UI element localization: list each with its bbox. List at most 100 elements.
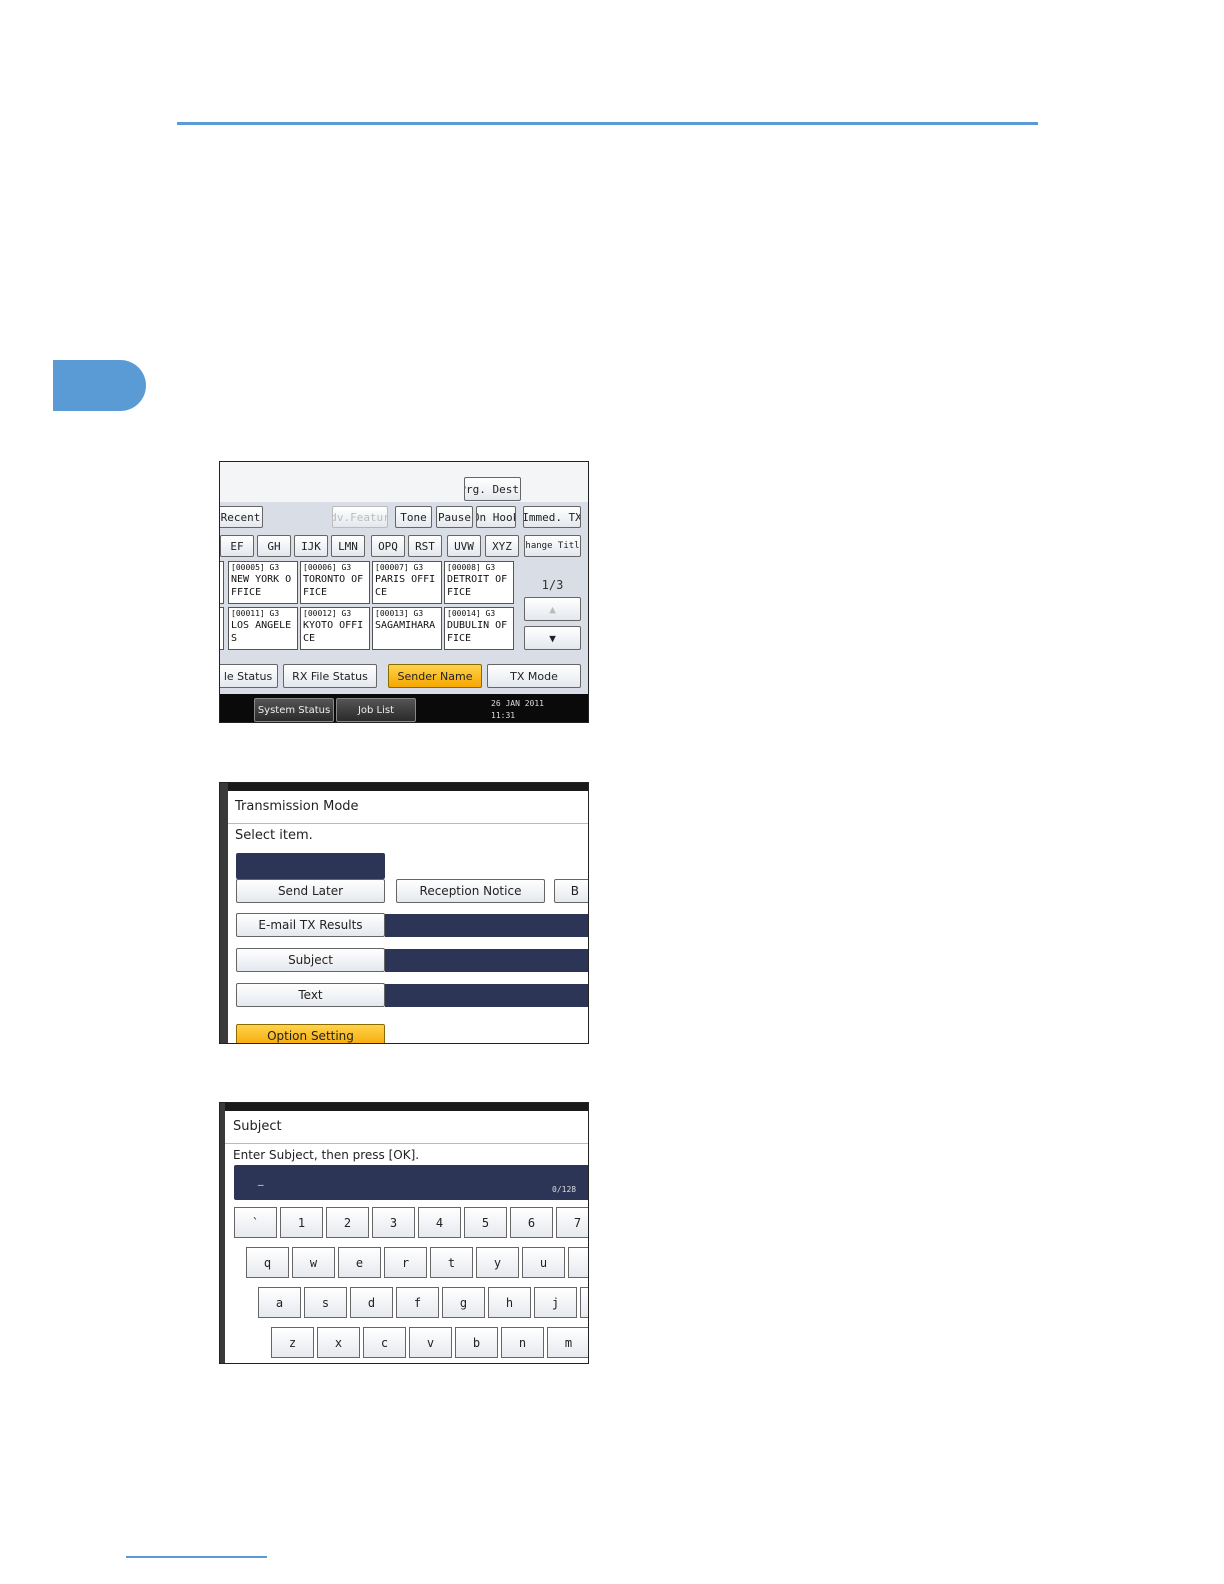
text-button[interactable]: Text bbox=[236, 983, 385, 1007]
subject-entry-screen: Subject Enter Subject, then press [OK]. … bbox=[219, 1102, 589, 1364]
sender-name-button[interactable]: Sender Name bbox=[388, 664, 482, 688]
send-later-value bbox=[236, 853, 385, 879]
tab-uvw[interactable]: UVW bbox=[447, 535, 481, 557]
pause-button[interactable]: Pause bbox=[436, 506, 473, 528]
scroll-down-button[interactable]: ▼ bbox=[524, 626, 581, 650]
dest-name-line1: SAGAMIHARA bbox=[375, 620, 436, 631]
dest-name-line2: FICE bbox=[303, 587, 328, 598]
window-top-border bbox=[220, 783, 588, 791]
dest-name-line2: FFICE bbox=[231, 587, 262, 598]
key-x[interactable]: x bbox=[317, 1327, 360, 1358]
system-status-button[interactable]: System Status bbox=[254, 698, 334, 722]
subject-button[interactable]: Subject bbox=[236, 948, 385, 972]
dialog-title: Subject bbox=[233, 1119, 282, 1134]
clock: 26 JAN 2011 11:31 bbox=[491, 698, 544, 722]
destination-button[interactable]: [00007] G3 PARIS OFFI CE bbox=[372, 561, 442, 604]
adv-feature-button[interactable]: Adv.Feature bbox=[332, 506, 388, 528]
time-text: 11:31 bbox=[491, 711, 516, 720]
partial-button[interactable]: B bbox=[554, 879, 588, 903]
dest-name-line1: PARIS OFFI bbox=[375, 574, 436, 585]
tab-ijk[interactable]: IJK bbox=[294, 535, 328, 557]
change-title-button[interactable]: Change Title bbox=[524, 535, 581, 557]
file-status-button[interactable]: le Status bbox=[220, 664, 278, 688]
key-n[interactable]: n bbox=[501, 1327, 544, 1358]
key-partial-row2[interactable] bbox=[568, 1247, 588, 1278]
top-area bbox=[220, 462, 588, 502]
key-v[interactable]: v bbox=[409, 1327, 452, 1358]
char-counter: 0/128 bbox=[552, 1185, 577, 1194]
key-1[interactable]: 1 bbox=[280, 1207, 323, 1238]
header-rule bbox=[177, 122, 1038, 125]
reception-notice-button[interactable]: Reception Notice bbox=[396, 879, 545, 903]
key-partial-row3[interactable] bbox=[580, 1287, 588, 1318]
subject-value bbox=[385, 949, 588, 972]
option-setting-button[interactable]: Option Setting bbox=[236, 1024, 385, 1043]
tx-mode-button[interactable]: TX Mode bbox=[487, 664, 581, 688]
key-z[interactable]: z bbox=[271, 1327, 314, 1358]
key-t[interactable]: t bbox=[430, 1247, 473, 1278]
key-d[interactable]: d bbox=[350, 1287, 393, 1318]
tab-xyz[interactable]: XYZ bbox=[485, 535, 519, 557]
immed-tx-button[interactable]: Immed. TX bbox=[523, 506, 581, 528]
dest-number: [00013] G3 bbox=[375, 609, 424, 618]
tab-ef[interactable]: EF bbox=[220, 535, 254, 557]
destination-button[interactable]: [00005] G3 NEW YORK O FFICE bbox=[228, 561, 298, 604]
key-m[interactable]: m bbox=[547, 1327, 588, 1358]
transmission-mode-screen: Transmission Mode Select item. Send Late… bbox=[219, 782, 589, 1044]
key-c[interactable]: c bbox=[363, 1327, 406, 1358]
recent-button[interactable]: Recent bbox=[220, 506, 263, 528]
tab-opq[interactable]: OPQ bbox=[371, 535, 405, 557]
key-b[interactable]: b bbox=[455, 1327, 498, 1358]
prg-dest-button[interactable]: Prg. Dest. bbox=[464, 477, 521, 501]
key-7[interactable]: 7 bbox=[556, 1207, 588, 1238]
on-hook-button[interactable]: On Hook bbox=[476, 506, 516, 528]
key-6[interactable]: 6 bbox=[510, 1207, 553, 1238]
tab-gh[interactable]: GH bbox=[257, 535, 291, 557]
key-2[interactable]: 2 bbox=[326, 1207, 369, 1238]
dest-name-line2: CE bbox=[303, 633, 316, 644]
email-tx-results-button[interactable]: E-mail TX Results bbox=[236, 913, 385, 937]
up-arrow-icon: ▲ bbox=[549, 602, 556, 616]
key-h[interactable]: h bbox=[488, 1287, 531, 1318]
destination-button[interactable]: [00013] G3 SAGAMIHARA bbox=[372, 607, 442, 650]
dest-partial-1[interactable] bbox=[220, 561, 224, 604]
fax-main-screen: Prg. Dest. Recent Adv.Feature Tone Pause… bbox=[219, 461, 589, 723]
dest-name-line2: CE bbox=[375, 587, 388, 598]
key-g[interactable]: g bbox=[442, 1287, 485, 1318]
key-backtick[interactable]: ` bbox=[234, 1207, 277, 1238]
key-j[interactable]: j bbox=[534, 1287, 577, 1318]
text-cursor: _ bbox=[258, 1173, 264, 1186]
rx-file-status-button[interactable]: RX File Status bbox=[283, 664, 377, 688]
tab-lmn[interactable]: LMN bbox=[331, 535, 365, 557]
dest-name-line2: FICE bbox=[447, 633, 472, 644]
down-arrow-icon: ▼ bbox=[549, 631, 556, 645]
key-a[interactable]: a bbox=[258, 1287, 301, 1318]
key-3[interactable]: 3 bbox=[372, 1207, 415, 1238]
destination-button[interactable]: [00014] G3 DUBULIN OF FICE bbox=[444, 607, 514, 650]
key-s[interactable]: s bbox=[304, 1287, 347, 1318]
key-y[interactable]: y bbox=[476, 1247, 519, 1278]
subject-input[interactable]: _ 0/128 bbox=[234, 1165, 588, 1200]
job-list-button[interactable]: Job List bbox=[336, 698, 416, 722]
tone-button[interactable]: Tone bbox=[395, 506, 432, 528]
dest-name-line1: NEW YORK O bbox=[231, 574, 292, 585]
key-u[interactable]: u bbox=[522, 1247, 565, 1278]
destination-button[interactable]: [00006] G3 TORONTO OF FICE bbox=[300, 561, 370, 604]
key-r[interactable]: r bbox=[384, 1247, 427, 1278]
key-q[interactable]: q bbox=[246, 1247, 289, 1278]
dialog-title: Transmission Mode bbox=[235, 799, 359, 814]
tab-rst[interactable]: RST bbox=[408, 535, 442, 557]
key-e[interactable]: e bbox=[338, 1247, 381, 1278]
key-4[interactable]: 4 bbox=[418, 1207, 461, 1238]
destination-button[interactable]: [00012] G3 KYOTO OFFI CE bbox=[300, 607, 370, 650]
dest-partial-2[interactable] bbox=[220, 607, 224, 650]
key-5[interactable]: 5 bbox=[464, 1207, 507, 1238]
send-later-button[interactable]: Send Later bbox=[236, 879, 385, 903]
dest-name-line1: TORONTO OF bbox=[303, 574, 364, 585]
key-f[interactable]: f bbox=[396, 1287, 439, 1318]
destination-button[interactable]: [00008] G3 DETROIT OF FICE bbox=[444, 561, 514, 604]
key-w[interactable]: w bbox=[292, 1247, 335, 1278]
scroll-up-button[interactable]: ▲ bbox=[524, 597, 581, 621]
destination-button[interactable]: [00011] G3 LOS ANGELE S bbox=[228, 607, 298, 650]
dest-name-line1: LOS ANGELE bbox=[231, 620, 292, 631]
